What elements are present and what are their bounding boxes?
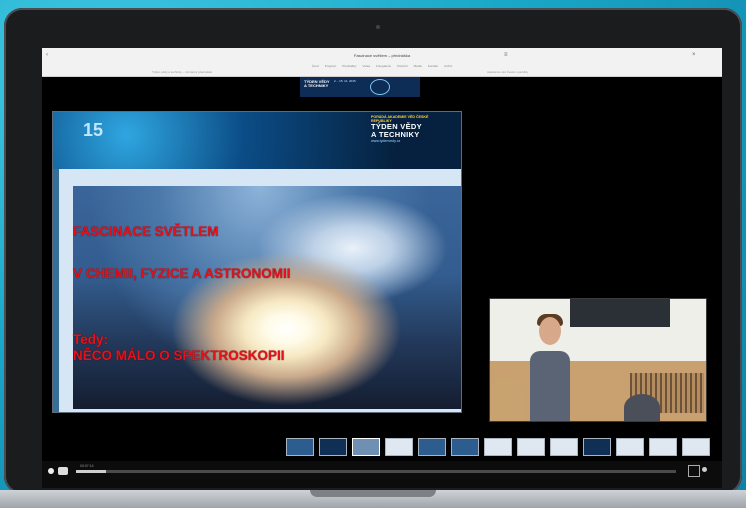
slide-body [53, 169, 461, 412]
slide-heading-line-3: Tedy: [73, 332, 109, 347]
nav-item[interactable]: Média [414, 64, 422, 68]
slide-thumbnail[interactable] [616, 438, 644, 456]
slide-thumbnail[interactable] [352, 438, 380, 456]
slide-heading-line-1: FASCINACE SVĚTLEM [73, 224, 219, 239]
nav-item[interactable]: Videa [362, 64, 370, 68]
player-controls: 00:07:14 [42, 461, 722, 488]
site-header-dates: 2. - 15. 11. 2015 [334, 79, 356, 83]
nav-item[interactable]: Archiv [444, 64, 452, 68]
nav-item[interactable]: Kontakt [428, 64, 438, 68]
audience-member [624, 394, 660, 421]
slide-thumbnail[interactable] [286, 438, 314, 456]
slide-thumbnail[interactable] [484, 438, 512, 456]
slide-thumbnail[interactable] [385, 438, 413, 456]
back-icon[interactable]: ‹ [46, 52, 48, 58]
browser-tab-title[interactable]: Fascinace světlem – přednáška [42, 53, 722, 58]
slide-thumbnail[interactable] [319, 438, 347, 456]
volume-icon[interactable] [58, 467, 68, 475]
audience-member [490, 377, 524, 421]
webcam-icon [376, 25, 380, 29]
nav-item[interactable]: Program [325, 64, 337, 68]
slide-thumbnail[interactable] [649, 438, 677, 456]
settings-icon[interactable] [702, 467, 707, 472]
slide-heading-line-2: V CHEMII, FYZICE A ASTRONOMII [73, 266, 291, 281]
presentation-slide: 15 PORÁDÁ AKADEMIE VĚD ČESKÉ REPUBLIKY T… [52, 111, 462, 413]
banner-title-line-2: A TECHNIKY [371, 130, 420, 139]
slide-thumbnail[interactable] [517, 438, 545, 456]
laptop-notch [310, 490, 436, 497]
play-icon[interactable] [48, 468, 54, 474]
nav-subtitle-right: Akademie věd České republiky [487, 70, 529, 74]
slide-thumbnail[interactable] [451, 438, 479, 456]
laptop-frame: Fascinace světlem – přednáška ‹ ≡ × Úvod… [4, 8, 742, 494]
banner-url: www.tydenvedy.cz [371, 139, 401, 143]
slide-heading-line-4: NĚCO MÁLO O SPEKTROSKOPII [73, 348, 285, 363]
laptop-screen: Fascinace světlem – přednáška ‹ ≡ × Úvod… [42, 48, 722, 488]
slide-banner: 15 PORÁDÁ AKADEMIE VĚD ČESKÉ REPUBLIKY T… [53, 112, 461, 169]
nav-subtitle-left: Týden vědy a techniky – záznamy přednáše… [152, 70, 213, 74]
slide-thumbnail-strip [286, 438, 722, 456]
site-header-logo[interactable]: TÝDEN VĚDY A TECHNIKY 2. - 15. 11. 2015 [300, 77, 420, 97]
browser-chrome: Fascinace světlem – přednáška ‹ ≡ × Úvod… [42, 48, 722, 77]
nav-item[interactable]: Fotogalerie [376, 64, 391, 68]
slide-side-strip [53, 169, 59, 412]
speaker-head [539, 317, 561, 345]
nav-item[interactable]: Přednášky [342, 64, 356, 68]
anniversary-logo-icon [370, 79, 390, 95]
banner-number: 15 [83, 120, 104, 140]
speaker-video[interactable] [489, 298, 707, 422]
site-nav: Úvod Program Přednášky Videa Fotogalerie Part… [42, 62, 722, 70]
playback-time: 00:07:14 [80, 464, 94, 468]
playback-timeline[interactable] [76, 470, 676, 473]
site-header-title: TÝDEN VĚDY A TECHNIKY [304, 79, 330, 88]
slide-thumbnail[interactable] [583, 438, 611, 456]
video-projector-screen [570, 299, 670, 327]
playback-progress [76, 470, 106, 473]
speaker-body [530, 351, 570, 421]
slide-thumbnail[interactable] [550, 438, 578, 456]
slide-thumbnail[interactable] [682, 438, 710, 456]
banner-logo: PORÁDÁ AKADEMIE VĚD ČESKÉ REPUBLIKY TÝDE… [371, 115, 431, 163]
sky-sunburst-image [73, 186, 461, 409]
menu-icon[interactable]: ≡ [504, 52, 508, 58]
close-icon[interactable]: × [692, 52, 696, 58]
nav-item[interactable]: Úvod [312, 64, 319, 68]
slide-thumbnail[interactable] [418, 438, 446, 456]
fullscreen-icon[interactable] [688, 465, 700, 477]
nav-item[interactable]: Partneři [397, 64, 408, 68]
